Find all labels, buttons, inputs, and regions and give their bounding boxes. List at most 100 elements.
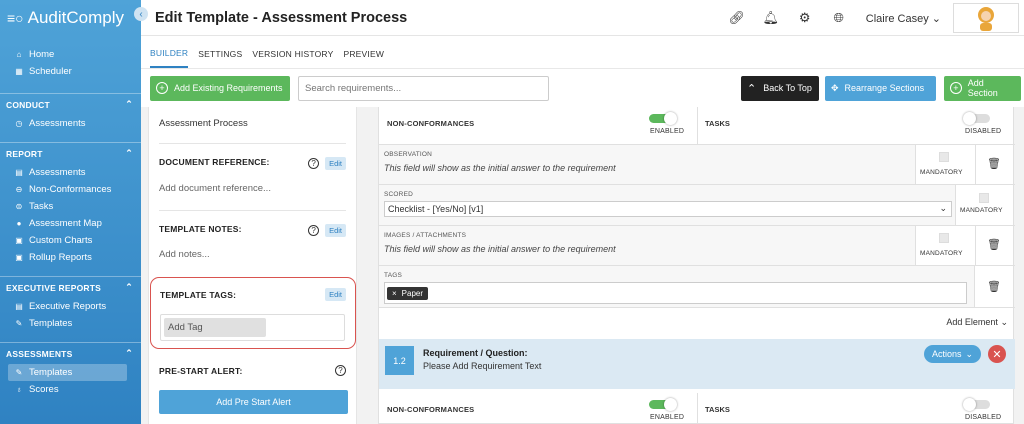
non-conformances-label: NON-CONFORMANCES xyxy=(387,405,475,414)
template-notes-edit-button[interactable]: Edit xyxy=(325,224,346,237)
sidebar-item-non-conformances[interactable]: ⊖ Non-Conformances xyxy=(0,181,141,198)
add-element-dropdown[interactable]: Add Element ⌄ xyxy=(946,317,1008,328)
sidebar-item-rollup-reports[interactable]: ▣ Rollup Reports xyxy=(0,249,141,266)
sidebar-item-scores[interactable]: ♁ Scores xyxy=(0,381,141,398)
sidebar-section-conduct[interactable]: CONDUCT ⌃ xyxy=(0,93,141,115)
avatar-image xyxy=(978,7,994,31)
template-details-panel: Assessment Process DOCUMENT REFERENCE: ?… xyxy=(148,107,357,424)
disabled-label: DISABLED xyxy=(965,414,1002,421)
chevron-up-icon: ⌃ xyxy=(747,82,757,95)
avatar[interactable] xyxy=(953,3,1019,33)
mandatory-label: MANDATORY xyxy=(920,169,963,176)
delete-requirement-button[interactable]: ✕ xyxy=(988,345,1006,363)
observation-mandatory-checkbox[interactable] xyxy=(939,152,949,162)
edit-icon: ✎ xyxy=(15,368,23,377)
observation-label: OBSERVATION xyxy=(384,151,433,158)
user-menu[interactable]: Claire Casey ⌄ xyxy=(866,12,941,25)
observation-description: This field will show as the initial answ… xyxy=(384,163,616,173)
plus-icon: + xyxy=(156,82,168,94)
add-section-button[interactable]: + Add Section xyxy=(944,75,1021,101)
tag-chip[interactable]: × Paper xyxy=(387,287,429,300)
non-conformances-toggle[interactable] xyxy=(649,398,677,411)
chart-icon: ▣ xyxy=(15,236,23,245)
requirements-panel: NON-CONFORMANCES ENABLED TASKS DISABLED … xyxy=(378,107,1015,424)
template-notes-placeholder[interactable]: Add notes... xyxy=(159,249,210,260)
help-icon[interactable]: ? xyxy=(308,158,320,169)
clock-icon: ◷ xyxy=(15,119,23,128)
scored-mandatory-checkbox[interactable] xyxy=(979,193,989,203)
map-pin-icon: ● xyxy=(16,219,22,228)
images-attachments-description: This field will show as the initial answ… xyxy=(384,244,616,254)
delete-tags-trash-icon[interactable]: 🗑︎ xyxy=(987,280,1001,293)
tags-input[interactable]: × Paper xyxy=(384,282,967,304)
requirement-text[interactable]: Please Add Requirement Text xyxy=(423,361,541,371)
header: Edit Template - Assessment Process 🔗︎ 🔔︎… xyxy=(141,0,1024,36)
sidebar-item-assessment-map[interactable]: ● Assessment Map xyxy=(0,215,141,232)
requirement-block: 1.2 Requirement / Question: Please Add R… xyxy=(379,339,1015,389)
sidebar-item-scheduler[interactable]: ▦ Scheduler xyxy=(0,63,141,80)
document-reference-edit-button[interactable]: Edit xyxy=(325,157,346,170)
images-mandatory-checkbox[interactable] xyxy=(939,233,949,243)
mandatory-label: MANDATORY xyxy=(960,207,1003,214)
toolbar: +Add Existing Requirements ⌃Back To Top … xyxy=(141,69,1024,107)
rearrange-sections-button[interactable]: ✥ Rearrange Sections xyxy=(825,75,936,101)
sidebar-item-home[interactable]: ⌂ Home xyxy=(0,46,141,63)
chevron-up-icon: ⌃ xyxy=(125,148,133,158)
tasks-toggle[interactable] xyxy=(963,398,990,411)
link-icon[interactable]: 🔗︎ xyxy=(720,10,754,26)
non-conformances-label: NON-CONFORMANCES xyxy=(387,119,475,128)
pre-start-alert-label: PRE-START ALERT: xyxy=(159,365,243,376)
template-tags-edit-button[interactable]: Edit xyxy=(325,288,346,301)
add-tag-field[interactable]: Add Tag xyxy=(164,318,266,337)
requirement-title: Requirement / Question: xyxy=(423,348,528,358)
builder-content: Assessment Process DOCUMENT REFERENCE: ?… xyxy=(141,107,1024,424)
tasks-toggle[interactable] xyxy=(963,112,990,125)
enabled-label: ENABLED xyxy=(650,128,685,135)
tab-preview[interactable]: PREVIEW xyxy=(343,37,384,67)
sidebar-item-templates[interactable]: ✎ Templates xyxy=(8,364,127,381)
back-to-top-button[interactable]: ⌃ Back To Top xyxy=(741,75,819,101)
tab-builder[interactable]: BUILDER xyxy=(150,36,189,68)
delete-images-trash-icon[interactable]: 🗑︎ xyxy=(987,238,1001,251)
app-name: AuditComply xyxy=(27,8,124,27)
move-icon: ✥ xyxy=(831,82,839,93)
sidebar-section-assessments[interactable]: ASSESSMENTS ⌃ xyxy=(0,342,141,364)
sidebar-item-report-assessments[interactable]: ▤ Assessments xyxy=(0,164,141,181)
search-input[interactable] xyxy=(298,75,549,101)
sidebar-item-exec-templates[interactable]: ✎ Templates xyxy=(0,315,141,332)
chevron-left-icon: ‹ xyxy=(139,8,143,20)
non-conformances-toggle[interactable] xyxy=(649,112,677,125)
add-pre-start-alert-button[interactable]: Add Pre Start Alert xyxy=(159,390,348,414)
add-existing-requirements-button[interactable]: + Add Existing Requirements xyxy=(150,75,290,101)
sidebar-collapse-button[interactable]: ‹ xyxy=(134,7,148,21)
scored-select[interactable]: Checklist - [Yes/No] [v1] ⌄ xyxy=(384,201,952,217)
globe-icon[interactable]: 🌐︎ xyxy=(822,10,856,26)
bell-icon[interactable]: 🔔︎ xyxy=(754,10,788,26)
requirement-number: 1.2 xyxy=(385,346,414,375)
delete-observation-trash-icon[interactable]: 🗑︎ xyxy=(987,157,1001,170)
sidebar-item-executive-reports[interactable]: ▤ Executive Reports xyxy=(0,298,141,315)
gear-icon[interactable]: ⚙︎ xyxy=(788,10,822,26)
chevron-down-icon: ⌄ xyxy=(939,203,947,213)
requirement-settings-row: NON-CONFORMANCES ENABLED TASKS DISABLED xyxy=(379,107,1015,145)
chevron-up-icon: ⌃ xyxy=(125,282,133,292)
sidebar-section-executive-reports[interactable]: EXECUTIVE REPORTS ⌃ xyxy=(0,276,141,298)
help-icon[interactable]: ? xyxy=(308,225,320,236)
tab-version-history[interactable]: VERSION HISTORY xyxy=(252,37,333,67)
help-icon[interactable]: ? xyxy=(335,365,346,376)
sidebar-item-custom-charts[interactable]: ▣ Custom Charts xyxy=(0,232,141,249)
app-brand[interactable]: ≡○ AuditComply xyxy=(0,0,141,36)
sidebar-item-conduct-assessments[interactable]: ◷ Assessments xyxy=(0,115,141,132)
sidebar-item-tasks[interactable]: ⊜ Tasks xyxy=(0,198,141,215)
tag-input[interactable]: Add Tag xyxy=(160,314,345,341)
page-title: Edit Template - Assessment Process xyxy=(155,9,408,26)
chevron-down-icon: ⌄ xyxy=(931,12,941,25)
sidebar-section-report[interactable]: REPORT ⌃ xyxy=(0,142,141,164)
tab-settings[interactable]: SETTINGS xyxy=(198,37,242,67)
tags-field-row: TAGS × Paper 🗑︎ xyxy=(379,266,1015,308)
document-reference-placeholder[interactable]: Add document reference... xyxy=(159,183,271,194)
actions-dropdown-button[interactable]: Actions ⌄ xyxy=(924,345,982,363)
close-icon[interactable]: × xyxy=(392,289,397,298)
list-icon: ▤ xyxy=(15,168,23,177)
sidebar: ≡○ AuditComply ⌂ Home ▦ Scheduler CONDUCT ⌃… xyxy=(0,0,141,424)
